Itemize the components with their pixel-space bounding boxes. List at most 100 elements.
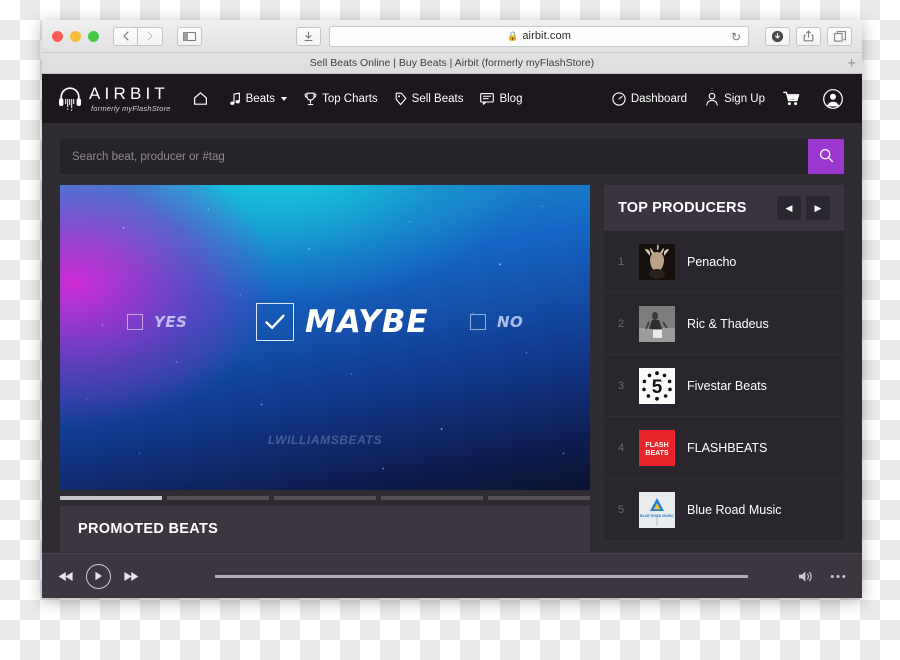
producer-name: Penacho (687, 254, 737, 269)
toolbar-right-buttons (765, 26, 852, 46)
producer-rank: 1 (618, 255, 625, 268)
ellipsis-icon[interactable] (830, 574, 846, 579)
search-bar (60, 139, 844, 174)
producer-rank: 2 (618, 317, 625, 330)
trophy-icon (304, 92, 317, 106)
hero-banner[interactable]: YES MAYBE NO LWILLIAMSBEATS (60, 185, 590, 490)
arrow-left-icon[interactable]: ◀ (777, 196, 801, 220)
hero-option-maybe[interactable]: MAYBE (256, 303, 429, 341)
nav-item-dashboard-label: Dashboard (630, 92, 688, 105)
arrow-right-icon[interactable]: ▶ (806, 196, 830, 220)
address-bar[interactable]: 🔒 airbit.com ↻ (329, 25, 749, 47)
nav-item-sell-beats-label: Sell Beats (411, 92, 464, 105)
nav-item-top-charts[interactable]: Top Charts (304, 92, 378, 106)
cart-button[interactable] (783, 91, 805, 106)
tag-icon (395, 92, 407, 106)
chevron-down-icon (281, 96, 288, 101)
url-text-group: 🔒 airbit.com (338, 30, 740, 42)
share-button[interactable] (796, 26, 821, 46)
nav-item-dashboard[interactable]: Dashboard (612, 91, 688, 106)
secondary-nav: Dashboard Sign Up (612, 88, 848, 109)
carousel-indicator[interactable] (274, 496, 376, 500)
audio-player-bar (42, 553, 862, 598)
back-button[interactable] (113, 26, 138, 46)
producer-rank: 3 (618, 379, 625, 392)
active-tab-title[interactable]: Sell Beats Online | Buy Beats | Airbit (… (42, 57, 862, 69)
top-producers-header: TOP PRODUCERS ◀ ▶ (604, 185, 844, 231)
nav-item-beats-label: Beats (245, 92, 276, 105)
main-content: YES MAYBE NO LWILLIAMSBEATS PROMOTED BEA… (42, 174, 862, 552)
nav-item-home[interactable] (193, 91, 213, 106)
browser-toolbar: 🔒 airbit.com ↻ (42, 20, 862, 53)
list-item[interactable]: 3 5 Fivestar Beats (604, 355, 844, 417)
carousel-indicator[interactable] (167, 496, 269, 500)
page-content: AIRBIT formerly myFlashStore Beats Top C… (42, 74, 862, 598)
volume-icon[interactable] (798, 570, 814, 583)
search-section (42, 123, 862, 174)
logo-text-group: AIRBIT formerly myFlashStore (89, 85, 171, 113)
comment-icon (480, 92, 495, 105)
avatar: FLASH BEATS (639, 429, 675, 466)
hero-watermark: LWILLIAMSBEATS (267, 433, 383, 447)
promoted-beats-section: PROMOTED BEATS (60, 506, 590, 552)
nav-item-blog[interactable]: Blog (480, 92, 522, 105)
carousel-indicator[interactable] (488, 496, 590, 500)
list-item[interactable]: 2 Ric & Thadeus (604, 293, 844, 355)
url-text: airbit.com (522, 30, 571, 42)
search-submit-button[interactable] (808, 139, 844, 174)
list-item[interactable]: 5 BLUE ROAD MUSIC Blue Road Music (604, 479, 844, 541)
checkbox-unchecked-icon (470, 314, 486, 330)
svg-text:FLASH: FLASH (645, 442, 668, 449)
player-right-controls (798, 570, 846, 583)
close-window-button[interactable] (52, 30, 63, 42)
svg-text:BLUE ROAD MUSIC: BLUE ROAD MUSIC (640, 514, 674, 518)
minimize-window-button[interactable] (70, 30, 81, 42)
carousel-indicator[interactable] (60, 496, 162, 500)
search-input[interactable] (60, 139, 808, 174)
site-navbar: AIRBIT formerly myFlashStore Beats Top C… (42, 74, 862, 123)
headphones-icon (58, 86, 82, 112)
producer-name: Blue Road Music (687, 502, 782, 517)
seek-slider[interactable] (215, 574, 748, 578)
browser-window: 🔒 airbit.com ↻ Sell Beats Online | Buy B… (42, 20, 862, 598)
hero-option-no[interactable]: NO (470, 313, 523, 331)
producer-rank: 4 (618, 441, 625, 454)
home-icon (193, 91, 208, 106)
avatar: 5 (639, 367, 675, 404)
lock-icon: 🔒 (507, 30, 519, 41)
site-logo[interactable]: AIRBIT formerly myFlashStore (58, 85, 171, 113)
reload-icon[interactable]: ↻ (731, 30, 741, 44)
primary-nav: Beats Top Charts Sell Beats Blog (193, 91, 522, 106)
download-button[interactable] (765, 26, 790, 46)
forward-button[interactable] (138, 26, 163, 46)
sidebar-toggle-button[interactable] (177, 26, 202, 46)
producer-rank: 5 (618, 503, 625, 516)
list-item[interactable]: 1 Penacho (604, 231, 844, 293)
account-avatar-button[interactable] (823, 88, 848, 109)
new-tab-button[interactable]: + (847, 54, 856, 73)
producer-name: Fivestar Beats (687, 378, 767, 393)
maximize-window-button[interactable] (88, 30, 99, 42)
hero-option-no-label: NO (497, 313, 524, 331)
nav-item-top-charts-label: Top Charts (322, 92, 378, 105)
nav-item-blog-label: Blog (499, 92, 523, 105)
music-note-icon (229, 92, 241, 106)
carousel-indicator[interactable] (381, 496, 483, 500)
logo-tagline: formerly myFlashStore (91, 103, 171, 113)
reader-view-button[interactable] (296, 26, 321, 46)
play-icon[interactable] (86, 563, 111, 589)
nav-button-group (113, 26, 163, 46)
nav-item-sign-up[interactable]: Sign Up (705, 92, 765, 106)
list-item[interactable]: 4 FLASH BEATS FLASHBEATS (604, 417, 844, 479)
avatar-icon (823, 88, 843, 109)
nav-item-sell-beats[interactable]: Sell Beats (395, 92, 464, 106)
hero-option-yes[interactable]: YES (127, 313, 187, 331)
top-producers-panel: TOP PRODUCERS ◀ ▶ 1 Penacho 2 Ric & Thad… (604, 185, 844, 541)
top-producers-title: TOP PRODUCERS (618, 200, 747, 216)
skip-back-icon[interactable] (58, 571, 74, 582)
tabs-overview-button[interactable] (827, 26, 852, 46)
left-column: YES MAYBE NO LWILLIAMSBEATS PROMOTED BEA… (60, 185, 590, 552)
skip-forward-icon[interactable] (123, 571, 139, 582)
nav-item-beats[interactable]: Beats (229, 92, 288, 106)
avatar (639, 305, 675, 342)
